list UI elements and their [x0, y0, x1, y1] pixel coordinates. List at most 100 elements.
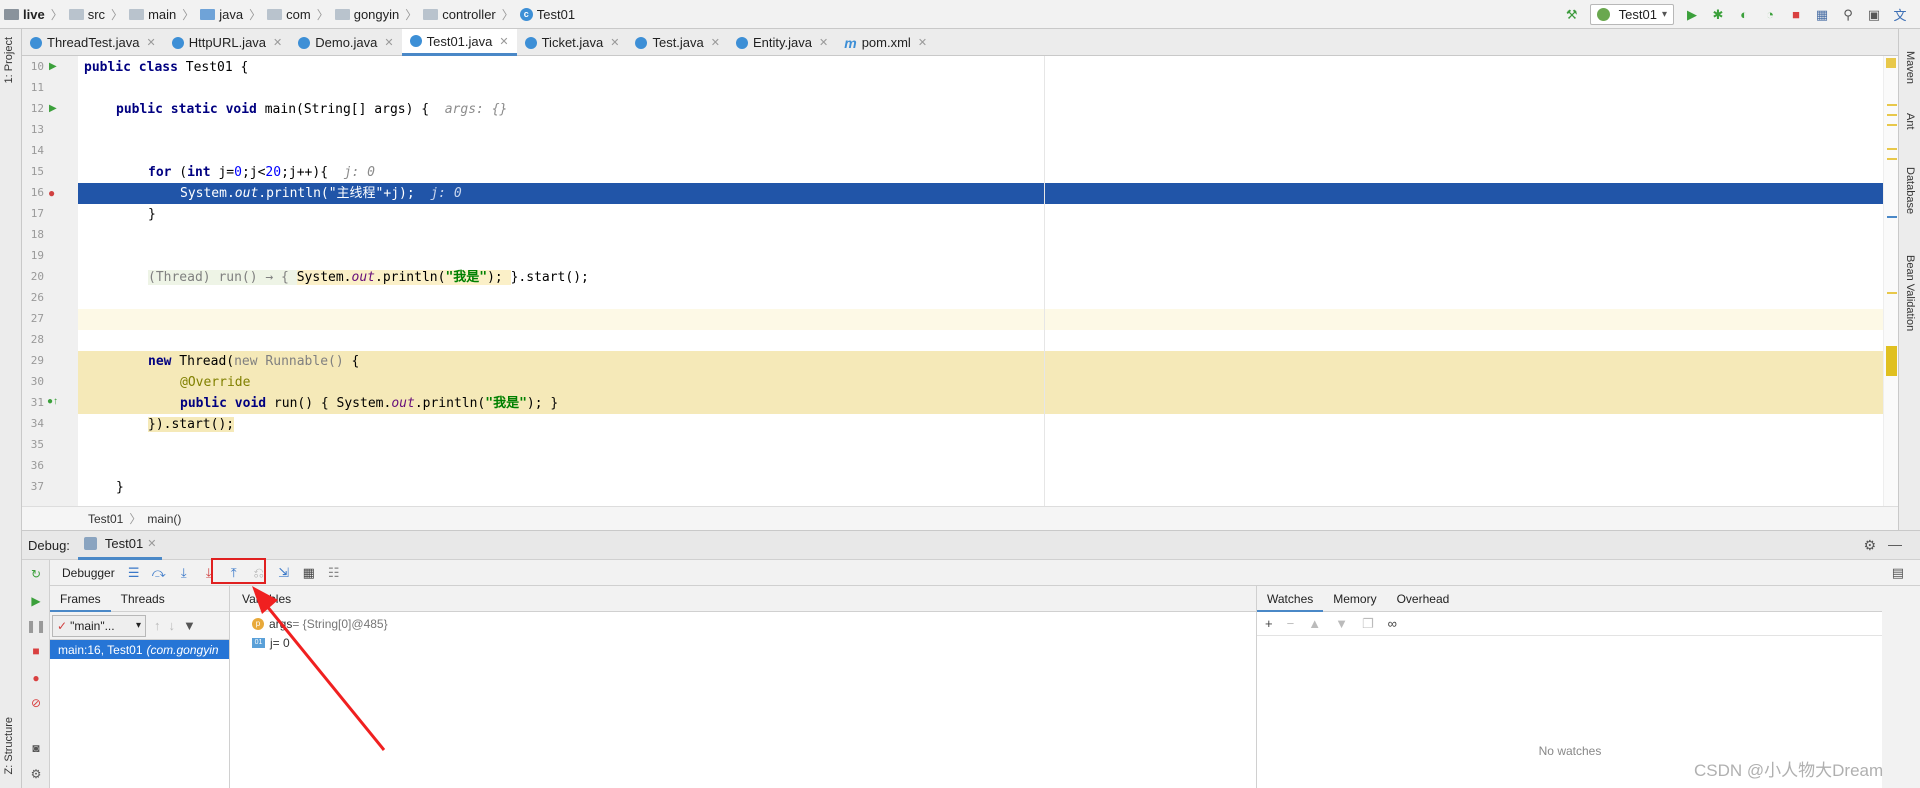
view-breakpoints-icon[interactable]: ●: [28, 670, 44, 686]
breadcrumb-live[interactable]: live 〉: [0, 0, 65, 29]
tab-test[interactable]: Test.java ✕: [627, 29, 728, 56]
tab-demo[interactable]: Demo.java ✕: [290, 29, 401, 56]
add-watch-icon[interactable]: +: [1265, 616, 1273, 631]
pause-icon[interactable]: ❚❚: [26, 618, 46, 634]
arrow-down-icon[interactable]: ↓: [169, 618, 176, 633]
minimize-icon[interactable]: —: [1888, 536, 1902, 552]
thread-select[interactable]: ✓ "main"... ▾: [52, 614, 146, 637]
duplicate-icon[interactable]: ❐: [1362, 616, 1374, 632]
close-icon[interactable]: ✕: [610, 36, 619, 49]
breadcrumb-java[interactable]: java 〉: [196, 0, 263, 29]
stop-icon[interactable]: ■: [1788, 7, 1804, 23]
layout-icon[interactable]: ▣: [1866, 7, 1882, 23]
translate-icon[interactable]: 文: [1892, 7, 1908, 23]
build-hammer-icon[interactable]: ⚒: [1564, 7, 1580, 23]
breadcrumb-test01[interactable]: c Test01: [516, 0, 577, 29]
stripe-mark[interactable]: [1887, 158, 1897, 160]
gear-icon[interactable]: ⚙: [1863, 537, 1876, 554]
move-down-icon[interactable]: ▼: [1335, 616, 1348, 631]
stripe-mark[interactable]: [1886, 346, 1897, 376]
show-execution-point-icon[interactable]: ☰: [126, 565, 142, 581]
tab-memory[interactable]: Memory: [1323, 592, 1386, 606]
variable-row[interactable]: p args = {String[0]@485}: [252, 615, 388, 633]
tab-threadtest[interactable]: ThreadTest.java ✕: [22, 29, 164, 56]
stripe-mark[interactable]: [1887, 292, 1897, 294]
mute-breakpoints-icon[interactable]: ⊘: [28, 695, 44, 711]
project-tool-tab[interactable]: 1: Project: [3, 37, 15, 83]
run-gutter-icon[interactable]: ▶: [49, 61, 57, 72]
stripe-mark[interactable]: [1887, 124, 1897, 126]
error-stripe[interactable]: [1883, 56, 1898, 506]
structure-tool-tab[interactable]: Z: Structure: [3, 717, 15, 774]
stripe-mark[interactable]: [1887, 216, 1897, 218]
breadcrumb-src[interactable]: src 〉: [65, 0, 125, 29]
camera-icon[interactable]: ◙: [28, 740, 44, 756]
tab-test01[interactable]: Test01.java ✕: [401, 29, 517, 56]
step-over-icon[interactable]: ⤼: [151, 565, 167, 581]
layout-settings-icon[interactable]: ▤: [1892, 565, 1904, 581]
run-to-cursor-icon[interactable]: ⇲: [276, 565, 292, 581]
breadcrumb-controller[interactable]: controller 〉: [419, 0, 515, 29]
remove-watch-icon[interactable]: −: [1287, 616, 1295, 631]
tab-watches[interactable]: Watches: [1257, 586, 1324, 612]
close-icon[interactable]: ✕: [147, 36, 156, 49]
search-everywhere-icon[interactable]: ⚲: [1840, 7, 1856, 23]
close-icon[interactable]: ✕: [918, 36, 927, 49]
breakpoint-icon[interactable]: ●: [48, 186, 55, 200]
breadcrumb-main[interactable]: main 〉: [125, 0, 196, 29]
move-up-icon[interactable]: ▲: [1308, 616, 1321, 631]
resume-icon[interactable]: ▶: [28, 593, 44, 609]
debug-bug-icon[interactable]: ✱: [1710, 7, 1726, 23]
settings-icon[interactable]: ⚙: [28, 766, 44, 782]
project-structure-icon[interactable]: ▦: [1814, 7, 1830, 23]
inspection-status-icon[interactable]: [1886, 58, 1896, 68]
breadcrumb-com[interactable]: com 〉: [263, 0, 331, 29]
editor-gutter[interactable]: 10 11 12 13 14 15 16 17 18 19 20 26 27 2…: [22, 56, 78, 506]
profile-icon[interactable]: ◔: [1762, 7, 1778, 23]
stripe-mark[interactable]: [1887, 114, 1897, 116]
tab-threads[interactable]: Threads: [111, 592, 175, 606]
tab-overhead[interactable]: Overhead: [1387, 592, 1460, 606]
editor-tabs: ThreadTest.java ✕ HttpURL.java ✕ Demo.java…: [22, 29, 1898, 56]
tab-frames[interactable]: Frames: [50, 586, 111, 612]
close-icon[interactable]: ✕: [273, 36, 282, 49]
trace-icon[interactable]: ☷: [326, 565, 342, 581]
debugger-tab[interactable]: Debugger: [62, 566, 117, 580]
step-into-icon[interactable]: ⤓: [176, 565, 192, 581]
bean-validation-tool-tab[interactable]: Bean Validation: [1904, 255, 1916, 331]
close-icon[interactable]: ✕: [147, 537, 156, 550]
glasses-icon[interactable]: ∞: [1388, 616, 1397, 631]
variable-row[interactable]: 01 j = 0: [252, 634, 290, 652]
database-tool-tab[interactable]: Database: [1904, 167, 1916, 214]
frame-row-selected[interactable]: main:16, Test01 (com.gongyin: [50, 640, 229, 659]
run-gutter-icon[interactable]: ▶: [49, 103, 57, 114]
filter-icon[interactable]: ▼: [183, 618, 196, 633]
implements-icon[interactable]: ●↑: [47, 396, 58, 407]
rerun-icon[interactable]: ↻: [28, 566, 44, 582]
class-icon: [736, 36, 748, 49]
run-config-select[interactable]: Test01 ▾: [1589, 4, 1674, 25]
stop-icon[interactable]: ■: [28, 643, 44, 659]
maven-tool-tab[interactable]: Maven: [1904, 51, 1916, 84]
ant-tool-tab[interactable]: Ant: [1904, 113, 1916, 130]
run-icon[interactable]: ▶: [1684, 7, 1700, 23]
tab-ticket[interactable]: Ticket.java ✕: [517, 29, 628, 56]
tab-entity[interactable]: Entity.java ✕: [728, 29, 836, 56]
breadcrumb-class[interactable]: Test01: [88, 512, 123, 526]
debug-label: Debug:: [28, 537, 70, 553]
stripe-mark[interactable]: [1887, 104, 1897, 106]
code-editor[interactable]: public class Test01 { public static void…: [78, 56, 1883, 506]
coverage-icon[interactable]: ◐: [1736, 7, 1752, 23]
breadcrumb-method[interactable]: main(): [147, 512, 181, 526]
close-icon[interactable]: ✕: [499, 35, 508, 48]
tab-httpurl[interactable]: HttpURL.java ✕: [164, 29, 291, 56]
evaluate-expression-icon[interactable]: ▦: [301, 565, 317, 581]
breadcrumb-gongyin[interactable]: gongyin 〉: [331, 0, 420, 29]
arrow-up-icon[interactable]: ↑: [154, 618, 161, 633]
close-icon[interactable]: ✕: [819, 36, 828, 49]
close-icon[interactable]: ✕: [384, 36, 393, 49]
close-icon[interactable]: ✕: [711, 36, 720, 49]
stripe-mark[interactable]: [1887, 148, 1897, 150]
tab-pom[interactable]: m pom.xml ✕: [836, 29, 935, 56]
debug-session-tab[interactable]: Test01 ✕: [77, 531, 163, 560]
